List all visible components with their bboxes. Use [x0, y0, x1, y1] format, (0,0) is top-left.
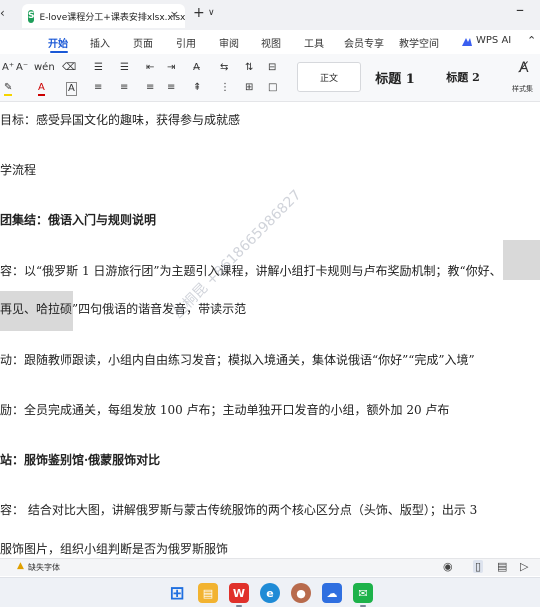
file-explorer-icon[interactable]: ▤: [198, 583, 218, 603]
numbered-list-icon[interactable]: ☰: [120, 62, 129, 74]
missing-font-status[interactable]: 缺失字体: [28, 562, 60, 573]
wps-cloud-icon[interactable]: ☁: [322, 583, 342, 603]
document-page[interactable]: 目标：感受异国文化的趣味，获得参与成就感 学流程 团集结：俄语入门与规则说明 容…: [0, 103, 540, 558]
phonetic-guide-icon[interactable]: wén: [34, 62, 55, 74]
font-color-icon[interactable]: A: [38, 82, 45, 96]
decrease-indent-icon[interactable]: ⇤: [146, 62, 154, 74]
increase-indent-icon[interactable]: ⇥: [167, 62, 175, 74]
text-direction-icon[interactable]: A̶: [193, 62, 200, 74]
warning-icon: ▲: [17, 561, 24, 571]
close-tab-icon[interactable]: ×: [170, 8, 179, 21]
distributed-align-icon[interactable]: ⋮: [220, 82, 230, 94]
eye-icon[interactable]: ◉: [443, 560, 453, 573]
wechat-icon[interactable]: ✉: [353, 583, 373, 603]
tab-wps-ai[interactable]: WPS AI: [476, 35, 511, 46]
swap-icon[interactable]: ⇆: [220, 62, 228, 74]
style-heading1-button[interactable]: 标题 1: [363, 62, 427, 92]
tab-member[interactable]: 会员专享: [344, 35, 384, 50]
sort-icon[interactable]: ⇅: [245, 62, 253, 74]
doc-line-content2: 容： 结合对比大图，讲解俄罗斯与蒙古传统服饰的两个核心区分点（头饰、版型）；出示…: [0, 503, 478, 517]
border-icon[interactable]: □: [268, 82, 277, 94]
formatting-toolbar: A⁺ A⁻ wén ⌫ ☰ ☰ ⇤ ⇥ A̶ ⇆ ⇅ ⊟ ✎ A A ≡ ≡ ≡…: [0, 54, 540, 102]
tab-page[interactable]: 页面: [133, 35, 153, 50]
doc-line-content2-cont: 服饰图片，组织小组判断是否为俄罗斯服饰: [0, 542, 229, 556]
doc-line-content1: 容：以“俄罗斯 1 日游旅行团”为主题引入课程，讲解小组打卡规则与卢布奖励机制；…: [0, 264, 502, 278]
page-view-icon[interactable]: ▯: [473, 560, 484, 573]
line-spacing-icon[interactable]: ⇞: [193, 82, 201, 94]
style-heading2-button[interactable]: 标题 2: [431, 62, 495, 92]
justify-icon[interactable]: ≡: [167, 82, 175, 94]
doc-heading-station1: 团集结：俄语入门与规则说明: [0, 213, 157, 227]
active-tab-underline: [50, 51, 68, 53]
more-options-icon[interactable]: ⌃: [527, 34, 536, 47]
tab-insert[interactable]: 插入: [90, 35, 110, 50]
wps-office-icon[interactable]: W: [229, 583, 249, 603]
doc-line-goal: 目标：感受异国文化的趣味，获得参与成就感: [0, 113, 241, 127]
ribbon-tab-bar: 开始 插入 页面 引用 审阅 视图 工具 会员专享 教学空间 WPS AI: [0, 30, 540, 54]
bullet-list-icon[interactable]: ☰: [94, 62, 103, 74]
styles-panel-icon[interactable]: A̸: [519, 60, 529, 76]
align-center-icon[interactable]: ≡: [120, 82, 128, 94]
tab-list-chevron-icon[interactable]: ∨: [208, 8, 215, 18]
back-arrow-icon[interactable]: ‹: [0, 6, 5, 20]
tab-review[interactable]: 审阅: [219, 35, 239, 50]
increase-font-icon[interactable]: A⁺: [2, 62, 14, 74]
play-icon[interactable]: ▷: [520, 560, 528, 573]
window-title-bar: ‹ S E-love课程分工+课表安排xlsx.xlsx × + ∨ –: [0, 0, 540, 30]
shading-icon[interactable]: ⊞: [245, 82, 253, 94]
doc-line-content1-cont: 再见、哈拉硕”四句俄语的谐音发音，带读示范: [0, 302, 247, 316]
doc-line-reward1: 励：全员完成通关，每组发放 100 卢布；主动单独开口发音的小组，额外加 20 …: [0, 403, 450, 417]
windows-start-icon[interactable]: ⊞: [167, 583, 187, 604]
doc-heading-station2: 站：服饰鉴别馆·俄蒙服饰对比: [0, 453, 161, 467]
doc-line-activity1: 动：跟随教师跟读，小组内自由练习发音；模拟入境通关，集体说俄语“你好”“完成”入…: [0, 353, 475, 367]
style-normal-button[interactable]: 正文: [297, 62, 361, 92]
tab-teaching-space[interactable]: 教学空间: [399, 35, 439, 50]
doc-line-process: 学流程: [0, 163, 37, 177]
show-marks-icon[interactable]: ⊟: [268, 62, 276, 74]
tab-references[interactable]: 引用: [176, 35, 196, 50]
char-border-icon[interactable]: A: [66, 82, 77, 96]
wps-ai-icon: [462, 38, 472, 46]
read-view-icon[interactable]: ▤: [497, 560, 507, 573]
highlight-color-icon[interactable]: ✎: [4, 82, 13, 96]
new-tab-button[interactable]: +: [193, 5, 205, 21]
tab-home[interactable]: 开始: [48, 35, 68, 50]
os-taskbar: ⊞ ▤ W e ● ☁ ✉: [0, 577, 540, 607]
decrease-font-icon[interactable]: A⁻: [16, 62, 28, 74]
text-selection-highlight: [503, 240, 540, 280]
document-tab-title: E-love课程分工+课表安排xlsx.xlsx: [39, 12, 186, 23]
styles-panel-label[interactable]: 样式集: [512, 84, 533, 94]
spreadsheet-s-icon: S: [28, 9, 35, 23]
clear-format-icon[interactable]: ⌫: [62, 62, 76, 74]
align-left-icon[interactable]: ≡: [94, 82, 102, 94]
tab-tools[interactable]: 工具: [304, 35, 324, 50]
status-bar: ▲ 缺失字体 ◉ ▯ ▤ ▷: [0, 558, 540, 576]
tab-view[interactable]: 视图: [261, 35, 281, 50]
minimize-icon[interactable]: –: [516, 0, 524, 19]
document-tab[interactable]: S E-love课程分工+课表安排xlsx.xlsx ×: [22, 4, 185, 28]
edge-browser-icon[interactable]: e: [260, 583, 280, 603]
contact-avatar-icon[interactable]: ●: [291, 583, 311, 603]
align-right-icon[interactable]: ≡: [146, 82, 154, 94]
